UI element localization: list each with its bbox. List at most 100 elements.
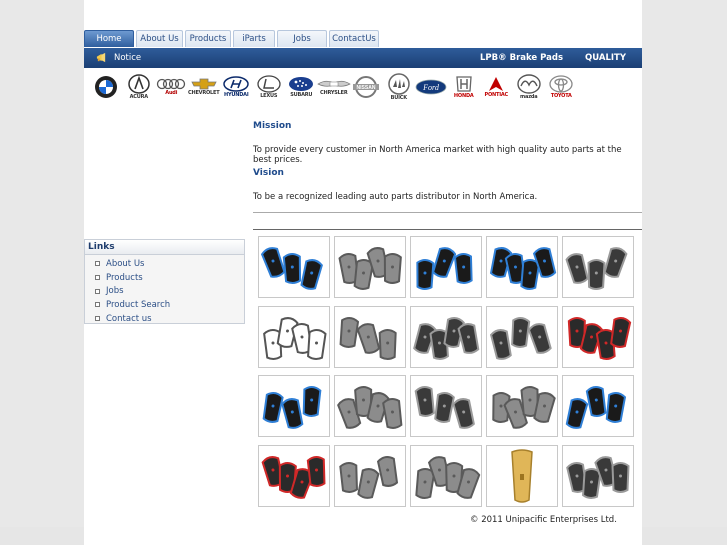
brand-name: TOYOTA <box>550 93 572 99</box>
brand-logo[interactable]: BUICK <box>383 71 416 103</box>
brake-pad-grey-icon <box>487 376 557 436</box>
chevrolet-logo-icon <box>190 78 218 90</box>
product-thumbnail[interactable] <box>334 305 406 368</box>
square-bullet-icon <box>95 302 100 308</box>
notice-ticker: LPB® Brake PadsQUALITYPERI <box>480 53 642 63</box>
product-thumbnail[interactable] <box>410 375 482 437</box>
toyota-logo-icon <box>549 75 573 93</box>
brand-name: CHEVROLET <box>188 90 220 96</box>
square-bullet-icon <box>95 261 100 267</box>
buick-logo-icon <box>387 73 411 95</box>
product-thumbnail[interactable] <box>334 444 406 507</box>
brand-logo[interactable]: LEXUS <box>253 71 286 103</box>
brand-logo[interactable]: Ford <box>415 71 448 103</box>
ford-logo-icon: Ford <box>415 79 447 95</box>
megaphone-icon <box>96 52 106 63</box>
tab-contactus[interactable]: ContactUs <box>329 30 379 47</box>
tab-jobs[interactable]: Jobs <box>277 30 327 47</box>
links-panel: Links About Us Products Jobs Product Search… <box>84 239 245 324</box>
tab-iparts[interactable]: iParts <box>233 30 275 47</box>
brand-logo[interactable]: SUBARU <box>285 71 318 103</box>
product-thumbnail[interactable] <box>562 236 634 298</box>
brand-logo[interactable]: NISSAN <box>350 71 383 103</box>
mission-text: To provide every customer in North Ameri… <box>253 145 622 165</box>
lexus-logo-icon <box>257 75 281 93</box>
product-image-grid <box>258 236 638 508</box>
brand-logo[interactable]: TOYOTA <box>545 71 578 103</box>
svg-text:Ford: Ford <box>422 83 440 92</box>
brand-logo[interactable]: CHEVROLET <box>188 71 221 103</box>
brand-logo[interactable]: HYUNDAI <box>220 71 253 103</box>
acura-logo-icon <box>128 74 150 94</box>
tab-about-us[interactable]: About Us <box>136 30 183 47</box>
link-products[interactable]: Products <box>85 271 244 285</box>
brand-logo[interactable]: Audi <box>155 71 188 103</box>
brand-logo-strip: ACURA Audi CHEVROLET HYUNDAI LEXUS SUBARU CHRY… <box>84 70 642 104</box>
pontiac-logo-icon <box>487 76 505 92</box>
brake-pad-dark-icon <box>487 306 557 367</box>
link-jobs[interactable]: Jobs <box>85 284 244 298</box>
ticker-item: LPB® Brake Pads <box>480 53 564 63</box>
link-about-us[interactable]: About Us <box>85 257 244 271</box>
main-nav-tabs: Home About Us Products iParts Jobs ContactUs <box>84 30 381 48</box>
product-thumbnail[interactable] <box>410 444 482 507</box>
link-label: Product Search <box>106 299 171 310</box>
brand-name: HONDA <box>453 93 474 99</box>
honda-logo-icon <box>454 75 474 93</box>
tab-products[interactable]: Products <box>185 30 231 47</box>
subaru-logo-icon <box>288 76 314 92</box>
brand-logo[interactable]: PONTIAC <box>480 71 513 103</box>
product-thumbnail[interactable] <box>258 375 330 437</box>
brake-pad-hardware-icon <box>411 306 481 367</box>
hyundai-logo-icon <box>223 76 249 92</box>
product-thumbnail[interactable] <box>486 305 558 368</box>
brand-name: LEXUS <box>260 93 278 99</box>
brake-pad-dark-icon <box>563 445 633 506</box>
divider <box>253 229 642 230</box>
brand-logo[interactable]: CHRYSLER <box>317 71 351 103</box>
brake-pad-blue-icon <box>563 376 633 436</box>
brand-name: mazda <box>520 94 538 100</box>
brand-logo[interactable]: mazda <box>513 71 546 103</box>
product-thumbnail[interactable] <box>562 375 634 437</box>
link-label: Jobs <box>106 286 124 297</box>
brake-pad-grey-icon <box>411 445 481 506</box>
brake-pad-red-icon <box>259 445 329 506</box>
brake-shoe-gold-icon <box>487 445 557 506</box>
product-thumbnail[interactable] <box>334 236 406 298</box>
product-thumbnail[interactable] <box>410 236 482 298</box>
tab-home[interactable]: Home <box>84 30 134 47</box>
brake-pad-dark-icon <box>563 237 633 297</box>
product-thumbnail[interactable] <box>486 444 558 507</box>
audi-logo-icon <box>156 78 186 90</box>
brand-logo[interactable]: ACURA <box>123 71 156 103</box>
brake-pad-blue-icon <box>259 237 329 297</box>
brand-logo[interactable]: HONDA <box>448 71 481 103</box>
brand-logo[interactable] <box>90 71 123 103</box>
mission-heading: Mission <box>253 121 292 131</box>
square-bullet-icon <box>95 288 100 294</box>
product-thumbnail[interactable] <box>562 444 634 507</box>
product-thumbnail[interactable] <box>562 305 634 368</box>
footer-copyright: © 2011 Unipacific Enterprises Ltd. <box>470 515 617 525</box>
link-product-search[interactable]: Product Search <box>85 298 244 312</box>
product-thumbnail[interactable] <box>410 305 482 368</box>
link-contact-us[interactable]: Contact us <box>85 312 244 326</box>
square-bullet-icon <box>95 275 100 281</box>
chrysler-logo-icon <box>317 78 351 90</box>
product-thumbnail[interactable] <box>258 236 330 298</box>
brake-pad-grey-icon <box>335 376 405 436</box>
brand-name: ACURA <box>129 94 149 100</box>
product-thumbnail[interactable] <box>486 236 558 298</box>
product-thumbnail[interactable] <box>258 305 330 368</box>
product-thumbnail[interactable] <box>258 444 330 507</box>
vision-heading: Vision <box>253 168 284 178</box>
notice-bar: Notice LPB® Brake PadsQUALITYPERI <box>84 48 642 68</box>
brake-pad-blue-icon <box>487 237 557 297</box>
ticker-item: QUALITY <box>585 53 627 63</box>
product-thumbnail[interactable] <box>486 375 558 437</box>
links-title: Links <box>85 240 244 255</box>
product-thumbnail[interactable] <box>334 375 406 437</box>
nissan-logo-icon: NISSAN <box>352 75 380 99</box>
brand-name: BUICK <box>390 95 407 101</box>
